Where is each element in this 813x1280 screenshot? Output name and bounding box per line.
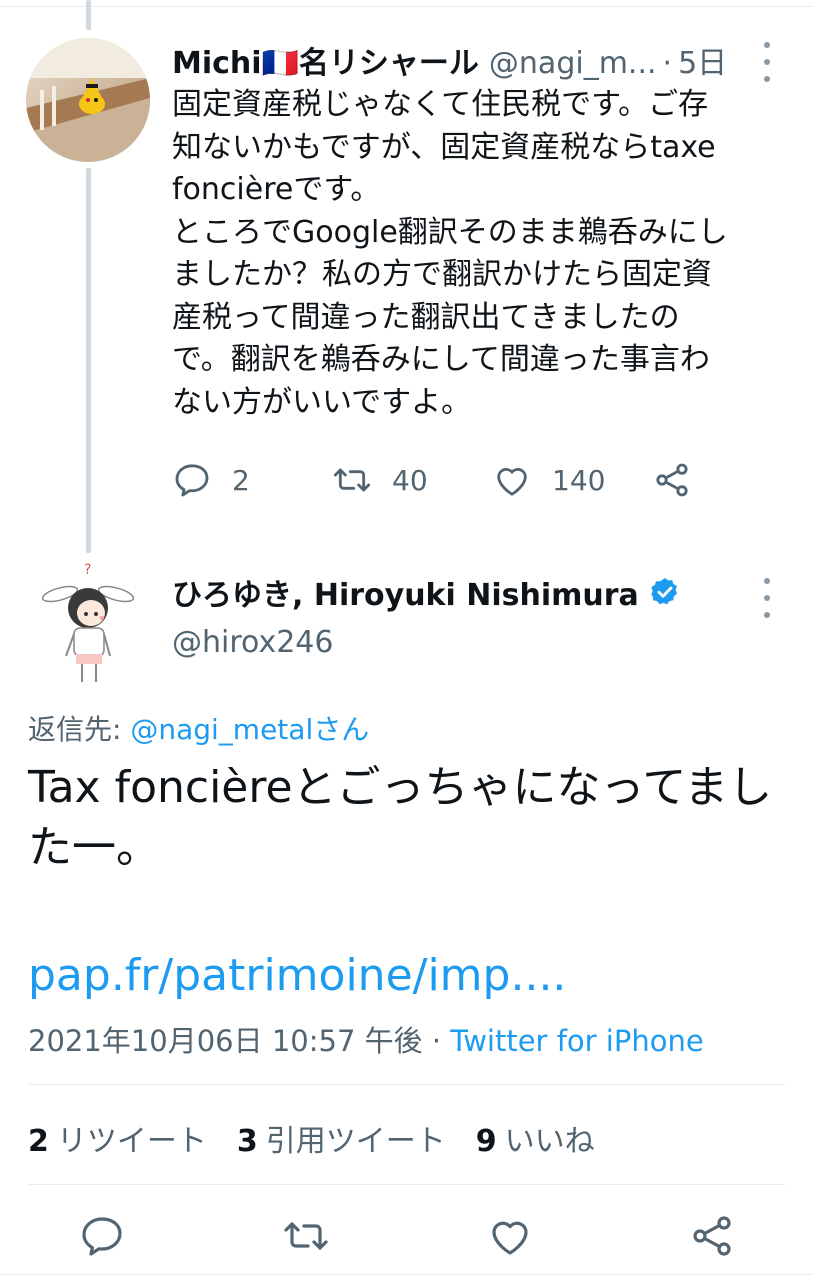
tweet2-name-row: ひろゆき, Hiroyuki Nishimura xyxy=(172,570,681,614)
more-icon[interactable] xyxy=(762,42,772,82)
stat-quotes-count: 3 xyxy=(236,1124,258,1159)
reply-button[interactable]: 2 xyxy=(172,460,332,500)
tweet1-header: Michi🇫🇷名リシャール @nagi_m... · 5日 xyxy=(172,38,727,82)
top-divider xyxy=(0,6,813,7)
thread-line xyxy=(86,168,91,553)
stat-likes-label: いいね xyxy=(504,1124,595,1159)
like-count: 140 xyxy=(552,463,606,497)
stat-quotes[interactable]: 3 引用ツイート xyxy=(237,1116,446,1160)
tweet2-stats: 2 リツイート 3 引用ツイート 9 いいね xyxy=(28,1116,625,1160)
avatar-hiroyuki[interactable]: ? xyxy=(38,558,138,688)
retweet-icon xyxy=(284,1222,328,1250)
thread-line-top xyxy=(86,0,91,30)
like-button[interactable]: 140 xyxy=(492,460,652,500)
tweet2-timestamp[interactable]: 2021年10月06日 10:57 午後 xyxy=(28,1024,423,1058)
like-button[interactable] xyxy=(486,1212,534,1260)
reply-icon xyxy=(175,464,209,497)
tweet1-text: 固定資産税じゃなくて住民税です。ご存 知ないかもですが、固定資産税ならtaxe … xyxy=(172,87,728,420)
divider xyxy=(28,1184,785,1185)
meta-separator: · xyxy=(422,1024,451,1058)
tweet2-meta: 2021年10月06日 10:57 午後 · Twitter for iPhon… xyxy=(28,1018,704,1060)
tweet1-display-name[interactable]: Michi🇫🇷名リシャール xyxy=(172,38,479,82)
reply-to-mention[interactable]: @nagi_metalさん xyxy=(130,713,369,746)
retweet-icon xyxy=(333,468,371,492)
verified-badge-icon xyxy=(651,578,677,605)
share-icon xyxy=(656,463,688,497)
avatar-michi[interactable] xyxy=(26,38,150,162)
tweet2-source[interactable]: Twitter for iPhone xyxy=(450,1024,703,1058)
tweet2-text: Tax foncièreとごっちゃになってました一。 xyxy=(28,762,773,873)
reply-button[interactable] xyxy=(78,1212,126,1260)
reply-to-line: 返信先: @nagi_metalさん xyxy=(28,708,369,748)
like-icon xyxy=(492,1221,528,1255)
share-button[interactable] xyxy=(652,460,692,500)
link-text[interactable]: pap.fr/patrimoine/imp.... xyxy=(28,950,566,1001)
tweet1-time[interactable]: 5日 xyxy=(678,38,727,82)
stat-retweets[interactable]: 2 リツイート xyxy=(28,1116,207,1160)
reply-to-prefix: 返信先: xyxy=(28,713,131,746)
tweet2-link[interactable]: pap.fr/patrimoine/imp.... xyxy=(28,950,566,1001)
stat-quotes-label: 引用ツイート xyxy=(265,1124,446,1159)
like-icon xyxy=(497,467,527,496)
share-button[interactable] xyxy=(688,1212,736,1260)
more-icon[interactable] xyxy=(762,578,772,618)
divider xyxy=(28,1084,785,1085)
separator-dot: · xyxy=(662,46,673,81)
tweet1-handle[interactable]: @nagi_m... xyxy=(489,46,657,81)
retweet-count: 40 xyxy=(392,463,428,497)
reply-icon xyxy=(82,1217,122,1256)
reply-count: 2 xyxy=(232,463,250,497)
stat-retweets-count: 2 xyxy=(28,1124,49,1159)
share-icon xyxy=(693,1216,731,1256)
stat-likes-count: 9 xyxy=(475,1124,497,1159)
tweet2-display-name[interactable]: ひろゆき, Hiroyuki Nishimura xyxy=(172,570,639,614)
tweet1-actions: 2 40 140 xyxy=(172,460,692,500)
retweet-button[interactable]: 40 xyxy=(332,460,492,500)
retweet-button[interactable] xyxy=(282,1212,330,1260)
bottom-divider xyxy=(0,1274,813,1275)
stat-likes[interactable]: 9 いいね xyxy=(476,1116,595,1160)
svg-text:?: ? xyxy=(84,562,91,578)
stat-retweets-label: リツイート xyxy=(56,1124,207,1159)
tweet2-handle[interactable]: @hirox246 xyxy=(172,625,333,660)
